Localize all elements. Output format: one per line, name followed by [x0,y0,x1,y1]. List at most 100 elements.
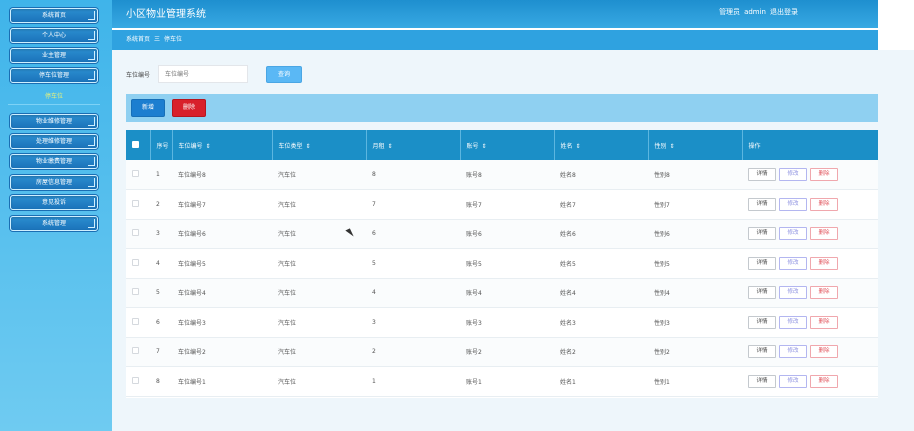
checkbox-icon[interactable] [132,199,139,207]
header-code[interactable]: 车位编号 ⇕ [172,130,273,160]
edit-button[interactable]: 修改 [779,345,807,359]
cell-name: 姓名7 [560,201,576,209]
edit-button[interactable]: 修改 [779,286,807,300]
detail-button[interactable]: 详情 [748,315,776,329]
checkbox-icon[interactable] [132,140,139,148]
detail-button[interactable]: 详情 [748,374,776,388]
cell-account: 账号2 [466,349,482,357]
checkbox-icon[interactable] [132,258,139,266]
edit-button[interactable]: 修改 [779,197,807,211]
remove-button[interactable]: 删除 [810,315,838,329]
sidebar-item-profile[interactable]: 个人中心 [10,28,98,43]
cell-type: 汽车位 [278,319,297,327]
cell-select[interactable] [126,219,150,249]
detail-button[interactable]: 详情 [748,286,776,300]
search-button[interactable]: 查询 [266,66,302,83]
sidebar-item-complaints[interactable]: 意见投诉 [10,195,98,210]
cell-actions: 详情 修改 删除 [742,160,878,190]
sidebar-item-owners[interactable]: 业主管理 [10,48,98,63]
cell-actions: 详情 修改 删除 [742,249,878,279]
corner-icon [88,157,95,166]
cell-select[interactable] [126,308,150,338]
sort-icon[interactable]: ⇕ [482,143,487,150]
breadcrumb-home[interactable]: 系统首页 [126,36,150,43]
cell-select[interactable] [126,160,150,190]
cell-account: 账号6 [466,231,482,239]
remove-button[interactable]: 删除 [810,227,838,241]
sidebar-item-label: 物业维修管理 [35,118,72,125]
header-name[interactable]: 姓名 ⇕ [554,130,649,160]
delete-button[interactable]: 删除 [172,99,206,117]
detail-button[interactable]: 详情 [748,345,776,359]
sidebar-item-fees[interactable]: 物业缴费管理 [10,154,98,169]
cell-select[interactable] [126,190,150,220]
sidebar-item-repair-handling[interactable]: 处理维修管理 [10,134,98,149]
header-account[interactable]: 账号 ⇕ [460,130,555,160]
sort-icon[interactable]: ⇕ [306,143,311,150]
cell-select[interactable] [126,249,150,279]
cell-type: 汽车位 [278,290,297,298]
remove-button[interactable]: 删除 [810,197,838,211]
cell-select[interactable] [126,337,150,367]
cell-gender: 性别7 [654,201,670,209]
cell-code: 车位编号3 [178,319,206,327]
cell-no: 6 [156,318,160,326]
checkbox-icon[interactable] [132,317,139,325]
remove-button[interactable]: 删除 [810,256,838,270]
sidebar-item-repair[interactable]: 物业维修管理 [10,114,98,129]
edit-button[interactable]: 修改 [779,227,807,241]
header-type[interactable]: 车位类型 ⇕ [272,130,367,160]
edit-button[interactable]: 修改 [779,256,807,270]
cell-rent: 8 [372,171,376,178]
cell-account: 账号5 [466,260,482,268]
remove-button[interactable]: 删除 [810,345,838,359]
sidebar-item-home[interactable]: 系统首页 [10,8,98,23]
edit-button[interactable]: 修改 [779,374,807,388]
checkbox-icon[interactable] [132,347,139,355]
cell-no: 3 [156,230,160,238]
sort-icon[interactable]: ⇕ [206,143,211,150]
cell-rent: 1 [372,377,376,385]
header-rent[interactable]: 月租 ⇕ [366,130,461,160]
cell-actions: 详情 修改 删除 [742,190,878,220]
corner-icon [88,137,95,146]
edit-button[interactable]: 修改 [779,168,807,181]
detail-button[interactable]: 详情 [748,168,776,181]
detail-button[interactable]: 详情 [748,227,776,241]
cell-type: 汽车位 [278,378,297,386]
table-body: 1 车位编号8 汽车位 8 账号8 姓名8 性别8 详情 修改 删除 2 车位编号7 汽车位 7 账号7 姓名… [126,160,878,396]
app-title: 小区物业管理系统 [126,9,206,20]
checkbox-icon[interactable] [132,376,139,384]
cell-type: 汽车位 [278,260,297,268]
header-select-all[interactable] [126,130,151,160]
table-row: 4 车位编号5 汽车位 5 账号5 姓名5 性别5 详情 修改 删除 [126,249,878,279]
sidebar-item-housing[interactable]: 房屋信息管理 [10,175,98,190]
sidebar-item-label: 意见投诉 [41,199,66,206]
cell-rent: 5 [372,259,376,267]
logout-link[interactable]: 退出登录 [770,8,798,16]
checkbox-icon[interactable] [132,229,139,237]
cell-rent: 2 [372,348,376,356]
cell-code: 车位编号4 [178,290,206,298]
detail-button[interactable]: 详情 [748,197,776,211]
sort-icon[interactable]: ⇕ [388,143,393,150]
sidebar-item-parking[interactable]: 停车位管理 [10,68,98,83]
search-input[interactable] [158,65,248,83]
checkbox-icon[interactable] [132,170,139,177]
sort-icon[interactable]: ⇕ [670,143,675,150]
add-button[interactable]: 新增 [131,99,165,117]
edit-button[interactable]: 修改 [779,315,807,329]
sidebar-item-label: 系统首页 [41,12,66,19]
corner-icon [88,178,95,187]
sidebar-item-system[interactable]: 系统管理 [10,216,98,231]
checkbox-icon[interactable] [132,288,139,296]
remove-button[interactable]: 删除 [810,286,838,300]
sort-icon[interactable]: ⇕ [576,143,581,150]
remove-button[interactable]: 删除 [810,374,838,388]
header-gender[interactable]: 性别 ⇕ [648,130,743,160]
detail-button[interactable]: 详情 [748,256,776,270]
cell-select[interactable] [126,278,150,308]
remove-button[interactable]: 删除 [810,168,838,181]
cell-select[interactable] [126,367,150,397]
sidebar-subitem-parking-space[interactable]: 停车位 [10,91,98,100]
